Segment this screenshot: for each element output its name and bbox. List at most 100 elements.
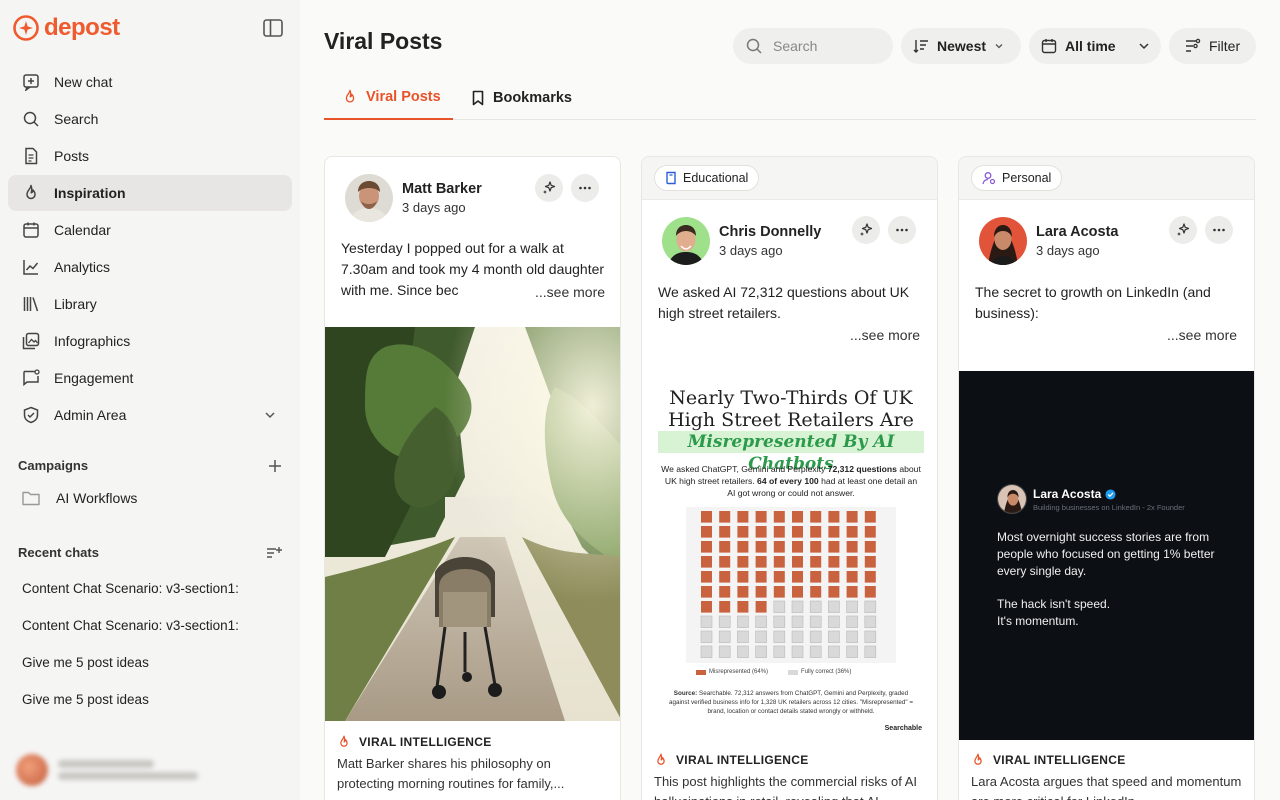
waffle-cell-misrepresented (755, 541, 767, 553)
waffle-cell-correct (791, 615, 804, 628)
folder-icon (22, 491, 40, 506)
waffle-cell-misrepresented (792, 541, 803, 553)
sidebar-item-posts[interactable]: Posts (8, 138, 292, 174)
flame-icon (26, 184, 36, 200)
waffle-cell-misrepresented (773, 541, 785, 553)
waffle-cell-correct (773, 630, 786, 643)
waffle-cell-correct (700, 615, 713, 628)
time-range-dropdown[interactable]: All time (1029, 28, 1161, 64)
viral-intelligence-text: VIRAL INTELLIGENCE (993, 753, 1126, 767)
post-image[interactable] (325, 327, 620, 721)
waffle-cell-misrepresented (773, 556, 785, 568)
waffle-cell-correct (846, 645, 858, 658)
search-input[interactable]: Search (733, 28, 893, 64)
recent-chat-item[interactable]: Content Chat Scenario: v3-section1: (22, 618, 244, 633)
more-options-button[interactable] (1205, 216, 1233, 244)
viral-intelligence-text: VIRAL INTELLIGENCE (676, 753, 809, 767)
waffle-cell-correct (809, 630, 822, 643)
post-card[interactable]: Educational Chris Donnelly 3 days ago We… (641, 156, 938, 800)
sidebar-item-library[interactable]: Library (8, 286, 292, 322)
waffle-cell-misrepresented (737, 556, 749, 568)
author-name: Lara Acosta (1036, 224, 1119, 240)
waffle-cell-misrepresented (846, 511, 858, 523)
waffle-cell-misrepresented (828, 541, 840, 553)
post-summary: Lara Acosta argues that speed and moment… (971, 774, 1242, 800)
quote-paragraph: Most overnight success stories are from … (997, 530, 1215, 578)
waffle-cell-misrepresented (864, 541, 876, 553)
recent-chat-item[interactable]: Give me 5 post ideas (22, 692, 244, 707)
waffle-cell-misrepresented (701, 511, 712, 523)
user-profile[interactable] (16, 752, 286, 788)
user-info-redacted (58, 760, 198, 780)
waffle-cell-misrepresented (701, 571, 712, 583)
tab-bookmarks[interactable]: Bookmarks (471, 76, 572, 119)
waffle-cell-misrepresented (701, 526, 712, 538)
post-card[interactable]: Matt Barker 3 days ago Yesterday I poppe… (324, 156, 621, 800)
card-header: Educational (642, 157, 937, 200)
sidebar-item-inspiration[interactable]: Inspiration (8, 175, 292, 211)
quote-author-name: Lara Acosta (1033, 487, 1102, 501)
waffle-cell-misrepresented (864, 556, 876, 568)
campaign-item-ai-workflows[interactable]: AI Workflows (22, 490, 137, 506)
category-tag[interactable]: Educational (654, 165, 760, 191)
waffle-cell-misrepresented (719, 526, 731, 538)
quote-author-subtitle: Building businesses on LinkedIn - 2x Fou… (1033, 503, 1185, 512)
ai-remix-button[interactable] (535, 174, 563, 202)
sidebar-item-admin-area[interactable]: Admin Area (8, 397, 292, 433)
sidebar-item-infographics[interactable]: Infographics (8, 323, 292, 359)
sidebar-item-engagement[interactable]: Engagement (8, 360, 292, 396)
filter-button[interactable]: Filter (1169, 28, 1256, 64)
collapse-sidebar-button[interactable] (262, 18, 284, 38)
post-image[interactable]: Lara Acosta Building businesses on Linke… (959, 371, 1254, 740)
waffle-cell-correct (846, 615, 858, 628)
waffle-cell-correct (773, 600, 786, 613)
ai-remix-button[interactable] (1169, 216, 1197, 244)
post-time: 3 days ago (719, 243, 783, 258)
post-author[interactable]: Lara Acosta 3 days ago (979, 217, 1118, 265)
see-more-link[interactable]: ...see more (1167, 327, 1237, 343)
more-options-button[interactable] (571, 174, 599, 202)
sidebar-item-new-chat[interactable]: New chat (8, 64, 292, 100)
waffle-cell-correct (755, 615, 767, 628)
sidebar-item-calendar[interactable]: Calendar (8, 212, 292, 248)
see-more-link[interactable]: ...see more (850, 327, 920, 343)
sort-dropdown[interactable]: Newest (901, 28, 1021, 64)
new-chat-icon (23, 74, 39, 91)
quote-paragraph: The hack isn't speed. (997, 597, 1111, 611)
campaign-label: AI Workflows (56, 490, 138, 506)
ai-remix-button[interactable] (852, 216, 880, 244)
tab-viral-posts[interactable]: Viral Posts (324, 76, 453, 120)
waffle-cell-misrepresented (810, 586, 822, 598)
sidebar-item-search[interactable]: Search (8, 101, 292, 137)
post-time: 3 days ago (1036, 243, 1100, 258)
new-chat-filter-icon[interactable] (266, 546, 282, 560)
category-tag[interactable]: Personal (971, 165, 1063, 191)
flame-icon (974, 753, 982, 765)
waffle-cell-misrepresented (792, 511, 803, 523)
recent-chat-item[interactable]: Content Chat Scenario: v3-section1: (22, 581, 244, 596)
waffle-cell-correct (718, 645, 731, 658)
recent-chat-item[interactable]: Give me 5 post ideas (22, 655, 244, 670)
post-summary: This post highlights the commercial risk… (654, 774, 917, 800)
waffle-cell-misrepresented (755, 511, 767, 523)
waffle-cell-misrepresented (828, 571, 840, 583)
post-image[interactable]: Nearly Two-Thirds Of UK High Street Reta… (642, 371, 937, 739)
sidebar-item-analytics[interactable]: Analytics (8, 249, 292, 285)
search-icon (746, 38, 762, 54)
infographic-body: We asked ChatGPT, Gemini and Perplexity … (661, 464, 921, 498)
see-more-link[interactable]: ...see more (533, 284, 606, 300)
sidebar-item-label: Infographics (54, 333, 131, 349)
sidebar-item-label: Analytics (54, 259, 111, 275)
post-author[interactable]: Chris Donnelly 3 days ago (662, 217, 821, 265)
waffle-cell-correct (809, 645, 822, 658)
post-summary: Matt Barker shares his philosophy on pro… (337, 756, 565, 791)
page-title: Viral Posts (324, 28, 443, 54)
brand-logo[interactable]: depost (12, 14, 120, 42)
more-options-button[interactable] (888, 216, 916, 244)
post-card[interactable]: Personal Lara Acosta 3 days ago The secr… (958, 156, 1255, 800)
add-campaign-icon[interactable] (268, 459, 282, 473)
post-author[interactable]: Matt Barker 3 days ago (345, 174, 482, 222)
viral-intelligence-label: VIRAL INTELLIGENCE (337, 735, 492, 749)
filter-label: Filter (1209, 38, 1241, 54)
waffle-cell-misrepresented (737, 571, 749, 583)
